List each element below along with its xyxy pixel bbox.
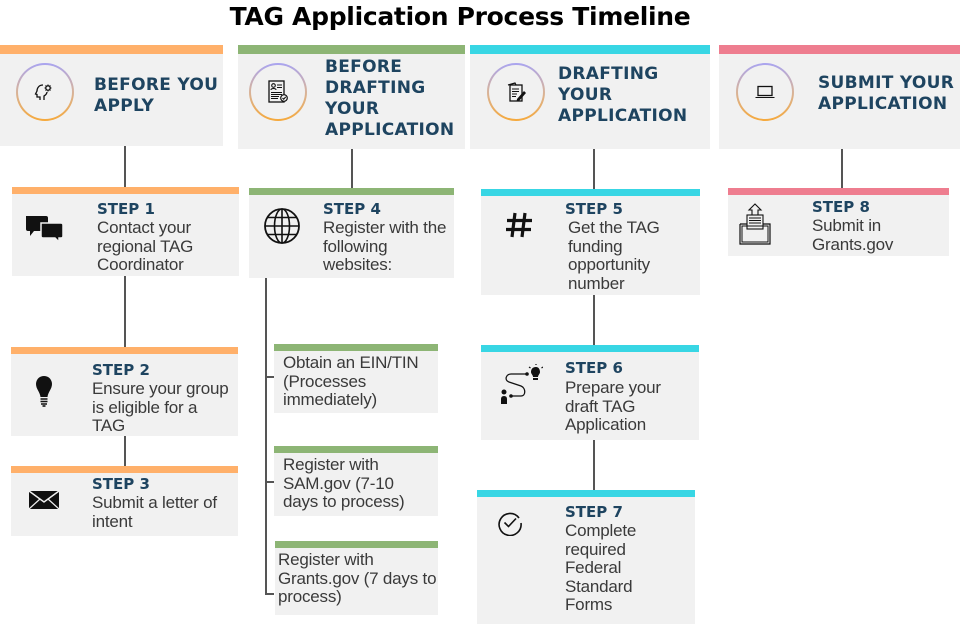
connector-step4-substeps — [265, 278, 267, 594]
check-circle-icon — [498, 512, 522, 536]
step-color-bar — [12, 187, 239, 194]
connector-step2-step3 — [124, 436, 126, 466]
phase-title: SUBMIT YOUR APPLICATION — [818, 73, 955, 114]
phase-before-drafting: BEFORE DRAFTING YOUR APPLICATION — [238, 45, 465, 149]
phase-before-you-apply: BEFORE YOU APPLY — [0, 45, 223, 146]
folder-upload-icon — [739, 203, 771, 245]
step-4: STEP 4 Register with the following websi… — [249, 188, 454, 278]
step-1: STEP 1 Contact your regional TAG Coordin… — [12, 187, 239, 276]
phase-icon-ring — [249, 63, 307, 121]
step-8: STEP 8 Submit in Grants.gov — [728, 188, 949, 256]
step-label: STEP 7 — [565, 503, 623, 521]
phase-color-bar — [0, 45, 223, 54]
connector-substep1 — [265, 376, 274, 378]
lightbulb-icon — [36, 376, 52, 407]
substep-color-bar — [274, 344, 438, 351]
phase-icon-ring — [736, 63, 794, 121]
step-color-bar — [477, 490, 695, 497]
phase-title: BEFORE YOU APPLY — [94, 75, 219, 116]
connector-phase2-step4 — [351, 149, 353, 189]
phase-color-bar — [238, 45, 465, 54]
substep-text: Obtain an EIN/TIN (Processes immediately… — [283, 353, 419, 409]
page-title: TAG Application Process Timeline — [229, 2, 691, 31]
envelope-icon — [28, 490, 60, 510]
step-description: Submit a letter of intent — [92, 493, 217, 531]
phase-icon-ring — [16, 63, 74, 121]
substep-text: Register with Grants.gov (7 days to proc… — [278, 550, 437, 606]
connector-phase3-step5 — [593, 149, 595, 189]
laptop-icon — [755, 85, 775, 98]
step-description: Get the TAG funding opportunity number — [568, 218, 660, 293]
step-description: Prepare your draft TAG Application — [565, 378, 661, 434]
step-color-bar — [11, 347, 238, 354]
step-label: STEP 3 — [92, 475, 150, 493]
step-label: STEP 2 — [92, 361, 150, 379]
step-5: STEP 5 Get the TAG funding opportunity n… — [481, 189, 700, 295]
phase-submit: SUBMIT YOUR APPLICATION — [719, 45, 960, 149]
step-label: STEP 6 — [565, 359, 623, 377]
step-color-bar — [728, 188, 949, 195]
head-gear-icon — [34, 84, 52, 100]
hashtag-icon — [506, 212, 532, 238]
phase-color-bar — [719, 45, 960, 54]
edit-documents-icon — [507, 82, 526, 102]
globe-icon — [264, 208, 300, 244]
step-color-bar — [11, 466, 238, 473]
connector-step1-step2 — [124, 276, 126, 348]
substep-color-bar — [274, 446, 438, 453]
phase-title: DRAFTING YOUR APPLICATION — [558, 64, 688, 126]
step-label: STEP 5 — [565, 200, 623, 218]
step-6: STEP 6 Prepare your draft TAG Applicatio… — [481, 345, 699, 440]
substep-ein-tin: Obtain an EIN/TIN (Processes immediately… — [274, 344, 438, 413]
step-label: STEP 1 — [97, 200, 155, 218]
step-color-bar — [481, 345, 699, 352]
connector-substep3 — [265, 593, 274, 595]
step-color-bar — [249, 188, 454, 195]
connector-substep2 — [265, 481, 274, 483]
step-description: Submit in Grants.gov — [812, 216, 894, 254]
step-description: Contact your regional TAG Coordinator — [97, 218, 194, 274]
step-description: Register with the following websites: — [323, 218, 447, 274]
chat-bubbles-icon — [26, 216, 64, 244]
phase-drafting: DRAFTING YOUR APPLICATION — [470, 45, 710, 149]
phase-color-bar — [470, 45, 710, 54]
substep-text: Register with SAM.gov (7-10 days to proc… — [283, 455, 405, 511]
substep-color-bar — [275, 541, 438, 548]
connector-step6-step7 — [593, 440, 595, 491]
step-label: STEP 8 — [812, 198, 870, 216]
resume-document-icon — [268, 80, 288, 103]
substep-sam-gov: Register with SAM.gov (7-10 days to proc… — [274, 446, 438, 516]
step-description: Complete required Federal Standard Forms — [565, 521, 637, 614]
step-description: Ensure your group is eligible for a TAG — [92, 379, 229, 435]
substep-grants-gov: Register with Grants.gov (7 days to proc… — [275, 541, 438, 615]
connector-step5-step6 — [593, 295, 595, 346]
phase-title: BEFORE DRAFTING YOUR APPLICATION — [325, 57, 455, 140]
connector-phase4-step8 — [841, 149, 843, 188]
step-label: STEP 4 — [323, 200, 381, 218]
path-idea-icon — [501, 364, 543, 404]
step-3: STEP 3 Submit a letter of intent — [11, 466, 238, 536]
step-2: STEP 2 Ensure your group is eligible for… — [11, 347, 238, 436]
phase-icon-ring — [487, 63, 545, 121]
step-color-bar — [481, 189, 700, 196]
step-7: STEP 7 Complete required Federal Standar… — [477, 490, 695, 624]
connector-phase1-step1 — [124, 146, 126, 188]
